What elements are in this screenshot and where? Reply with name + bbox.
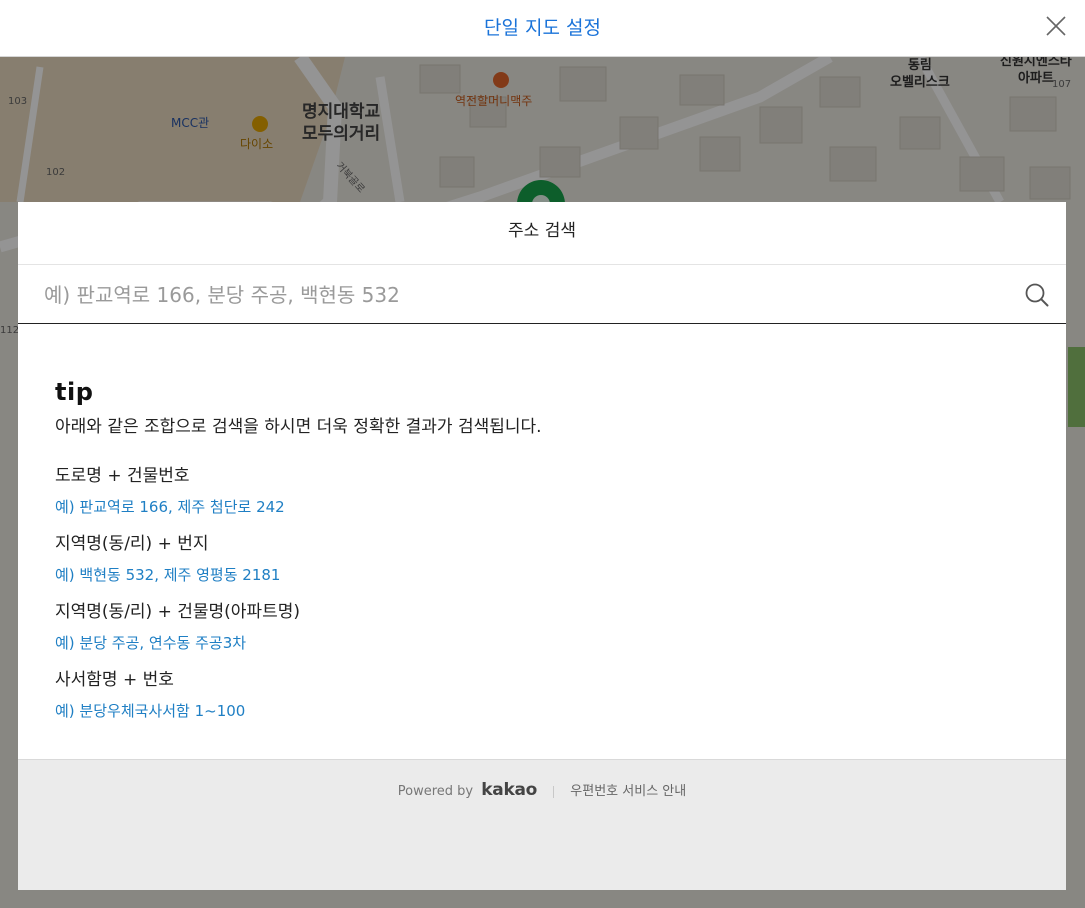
service-info-link[interactable]: 우편번호 서비스 안내 (570, 784, 686, 799)
tip-section: tip 아래와 같은 조합으로 검색을 하시면 더욱 정확한 결과가 검색됩니다… (55, 378, 1015, 733)
tip-item-title: 사서함명 + 번호 (55, 670, 174, 690)
tip-item-example: 예) 분당 주공, 연수동 주공3차 (55, 634, 247, 652)
modal-footer: Powered by kakao 우편번호 서비스 안내 (18, 759, 1066, 890)
tip-item-title: 지역명(동/리) + 건물명(아파트명) (55, 602, 300, 622)
close-icon[interactable] (1045, 15, 1067, 37)
tip-item-example: 예) 백현동 532, 제주 영평동 2181 (55, 566, 281, 584)
tip-item-title: 도로명 + 건물번호 (55, 466, 190, 486)
search-icon[interactable] (1024, 282, 1050, 308)
powered-by-text: Powered by (397, 784, 474, 799)
footer-row: Powered by kakao 우편번호 서비스 안내 (18, 780, 1066, 800)
tip-item: 지역명(동/리) + 번지 예) 백현동 532, 제주 영평동 2181 (55, 529, 1015, 585)
tip-item-title: 지역명(동/리) + 번지 (55, 534, 209, 554)
modal-title: 주소 검색 (18, 202, 1066, 265)
dialog-title: 단일 지도 설정 (484, 17, 601, 39)
tip-item: 도로명 + 건물번호 예) 판교역로 166, 제주 첨단로 242 (55, 461, 1015, 517)
tip-item: 사서함명 + 번호 예) 분당우체국사서함 1~100 (55, 665, 1015, 721)
tip-heading: tip (55, 378, 94, 406)
search-input[interactable] (42, 275, 1006, 315)
address-search-modal: 주소 검색 tip 아래와 같은 조합으로 검색을 하시면 더욱 정확한 결과가… (18, 202, 1066, 890)
tip-item-example: 예) 분당우체국사서함 1~100 (55, 702, 246, 720)
tip-item: 지역명(동/리) + 건물명(아파트명) 예) 분당 주공, 연수동 주공3차 (55, 597, 1015, 653)
search-bar (18, 265, 1066, 324)
tip-item-example: 예) 판교역로 166, 제주 첨단로 242 (55, 498, 285, 516)
tip-description: 아래와 같은 조합으로 검색을 하시면 더욱 정확한 결과가 검색됩니다. (55, 417, 542, 437)
divider (553, 785, 555, 798)
dialog-header: 단일 지도 설정 (0, 0, 1085, 57)
kakao-logo[interactable]: kakao (481, 780, 537, 800)
